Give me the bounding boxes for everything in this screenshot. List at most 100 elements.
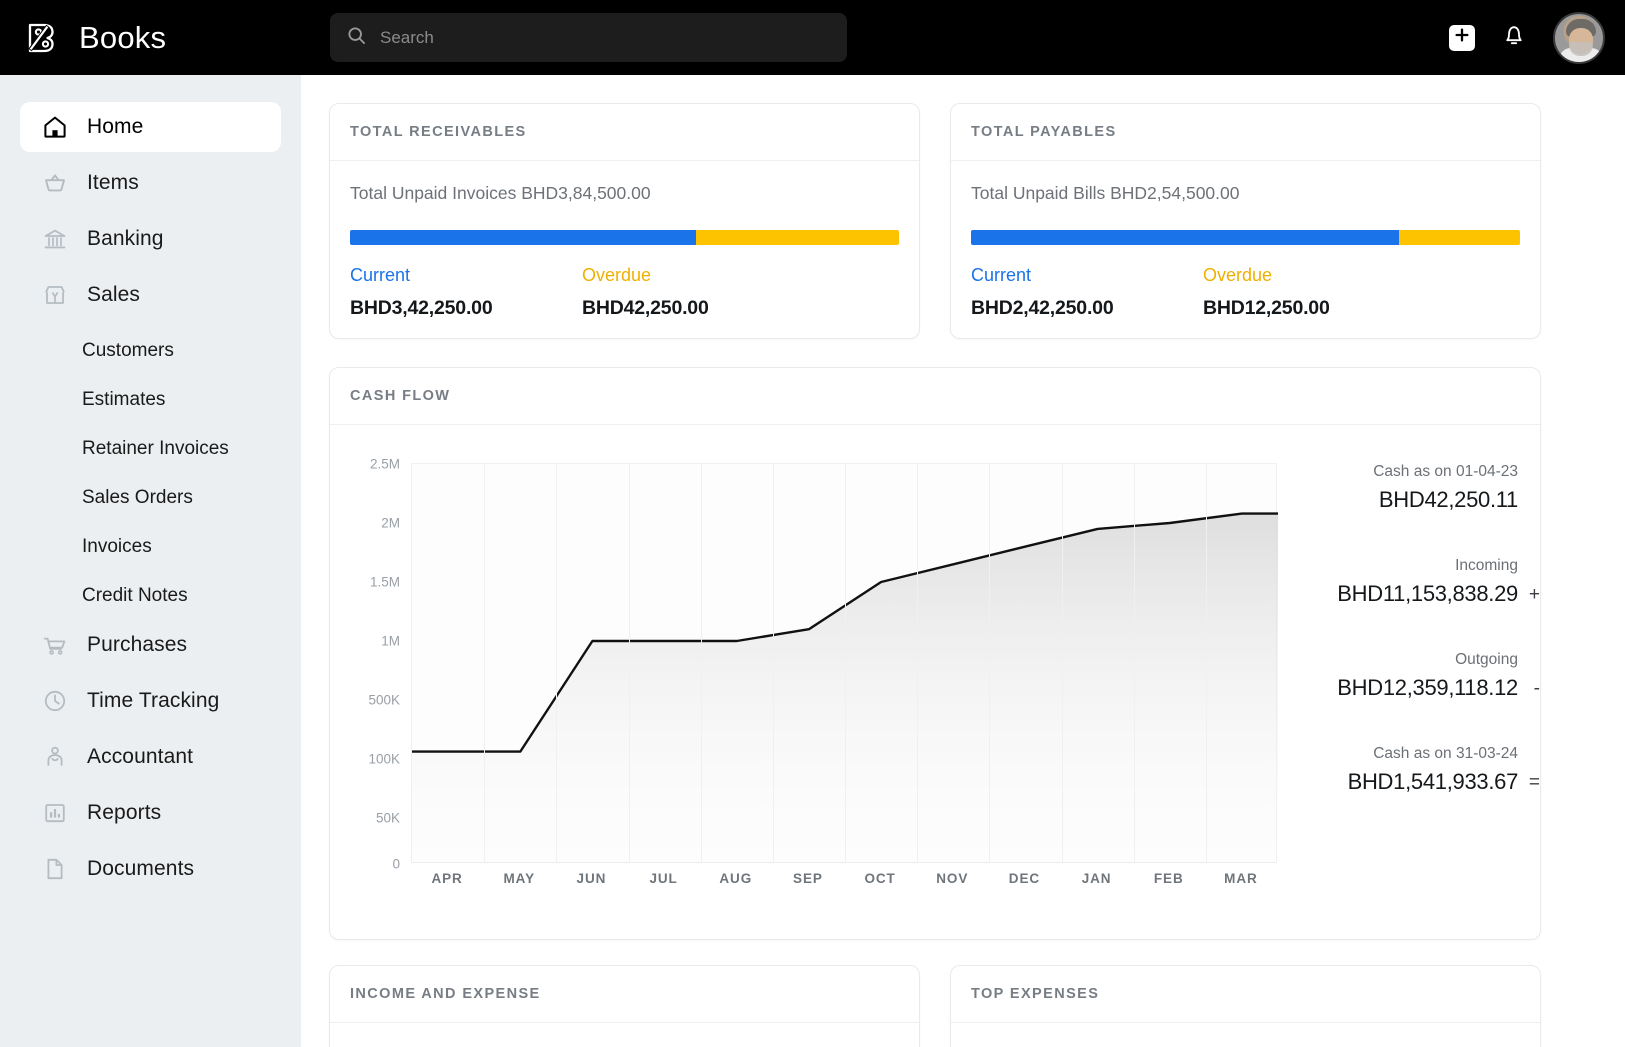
sidebar-item-banking[interactable]: Banking [20,214,281,264]
sidebar-item-retainer-invoices[interactable]: Retainer Invoices [20,424,281,473]
search-bar[interactable] [330,13,847,62]
y-axis-tick: 500K [368,692,400,708]
chart-gridline [556,464,558,863]
sidebar-item-label: Reports [87,801,162,824]
card-header: INCOME AND EXPENSE [330,966,919,1023]
plus-icon [1454,27,1470,48]
add-new-button[interactable] [1449,24,1475,51]
cash-flow-summary: Cash as on 01-04-23 BHD42,250.11 Incoming B… [1256,463,1540,795]
sidebar-item-estimates[interactable]: Estimates [20,375,281,424]
sidebar-item-label: Banking [87,227,164,250]
bar-chart-icon [41,799,69,827]
x-axis-tick: APR [431,871,463,886]
chart-gridline [484,464,486,863]
x-axis-tick: FEB [1153,871,1184,886]
top-bar: Books [0,0,1625,75]
chart-gridline [845,464,846,863]
sidebar-item-reports[interactable]: Reports [20,788,281,838]
payables-progress-bar [971,230,1520,245]
x-axis-tick: MAR [1224,871,1258,886]
y-axis-tick: 0 [392,856,400,872]
top-expenses-card: TOP EXPENSES [950,965,1541,1047]
payables-overdue-block: Overdue BHD12,250.00 [1203,265,1330,320]
cash-flow-summary-label: Cash as on 01-04-23 [1373,463,1518,480]
x-axis-tick: MAY [503,871,535,886]
receivables-current-block: Current BHD3,42,250.00 [350,265,582,320]
receivables-overdue-label[interactable]: Overdue [582,265,709,286]
cash-flow-summary-block: Cash as on 01-04-23 BHD42,250.11 [1256,463,1518,513]
sidebar-item-sales-orders[interactable]: Sales Orders [20,473,281,522]
x-axis-tick: NOV [936,871,969,886]
card-header: TOP EXPENSES [951,966,1540,1023]
sidebar-item-label: Items [87,171,139,194]
sidebar-item-purchases[interactable]: Purchases [20,620,281,670]
chart-baseline [412,862,1276,863]
sidebar-item-accountant[interactable]: Accountant [20,732,281,782]
sidebar-item-home[interactable]: Home [20,102,281,152]
y-axis-tick: 2.5M [369,456,400,472]
receivables-current-value: BHD3,42,250.00 [350,297,493,319]
top-bar-actions [1449,0,1605,75]
sidebar-item-label: Sales Orders [82,486,193,508]
cash-flow-summary-sign: + [1528,584,1540,605]
x-axis-tick: AUG [719,871,753,886]
income-and-expense-card: INCOME AND EXPENSE [329,965,920,1047]
payables-current-block: Current BHD2,42,250.00 [971,265,1203,320]
total-receivables-body: Total Unpaid Invoices BHD3,84,500.00 Cur… [330,161,919,320]
y-axis-tick: 2M [381,515,400,531]
total-payables-title: TOTAL PAYABLES [971,124,1117,140]
payables-current-value: BHD2,42,250.00 [971,297,1114,319]
sidebar-item-label: Accountant [87,745,194,768]
clock-icon [41,687,69,715]
receivables-legend: Current BHD3,42,250.00 Overdue BHD42,250… [350,265,899,320]
cash-flow-summary-value: BHD12,359,118.12 [1337,675,1518,700]
cash-flow-summary-label: Outgoing [1455,651,1518,668]
sidebar-item-time-tracking[interactable]: Time Tracking [20,676,281,726]
card-header: TOTAL PAYABLES [951,104,1540,161]
sidebar-item-sales[interactable]: Sales [20,270,281,320]
total-receivables-title: TOTAL RECEIVABLES [350,124,527,140]
y-axis-tick: 50K [375,810,400,826]
x-axis-tick: JUL [649,871,678,886]
x-axis-tick: OCT [864,871,896,886]
avatar[interactable] [1553,11,1605,64]
cash-flow-summary-label: Cash as on 31-03-24 [1373,745,1518,762]
search-input[interactable] [380,27,810,48]
total-payables-body: Total Unpaid Bills BHD2,54,500.00 Curren… [951,161,1540,320]
payables-current-label[interactable]: Current [971,265,1203,286]
chart-gridline [1205,464,1207,863]
total-unpaid-invoices-label: Total Unpaid Invoices BHD3,84,500.00 [350,183,651,203]
sidebar-item-label: Retainer Invoices [82,437,229,459]
sidebar-item-documents[interactable]: Documents [20,844,281,894]
receivables-overdue-value: BHD42,250.00 [582,297,709,319]
sidebar-item-label: Purchases [87,633,188,656]
sidebar-item-invoices[interactable]: Invoices [20,522,281,571]
chart-gridline [989,464,991,863]
bell-icon [1502,22,1526,53]
sidebar-item-label: Sales [87,283,141,306]
sidebar-item-label: Customers [82,339,174,361]
y-axis-tick: 1.5M [369,574,400,590]
receivables-current-label[interactable]: Current [350,265,582,286]
sidebar-item-credit-notes[interactable]: Credit Notes [20,571,281,620]
cash-flow-summary-sign: - [1533,678,1540,699]
chart-gridline [1061,464,1063,863]
brand[interactable]: Books [22,18,166,58]
receivables-overdue-block: Overdue BHD42,250.00 [582,265,709,320]
sidebar-item-items[interactable]: Items [20,158,281,208]
cash-flow-title: CASH FLOW [350,388,451,404]
sidebar: Home Items Banking Sales Customers Estimates R… [0,75,301,1047]
total-receivables-card: TOTAL RECEIVABLES Total Unpaid Invoices … [329,103,920,339]
notifications-button[interactable] [1501,24,1527,52]
top-expenses-title: TOP EXPENSES [971,986,1100,1002]
income-and-expense-title: INCOME AND EXPENSE [350,986,541,1002]
cash-flow-summary-value: BHD1,541,933.67 [1347,769,1519,794]
payables-overdue-label[interactable]: Overdue [1203,265,1330,286]
search-icon [347,26,366,50]
x-axis-tick: JUN [576,871,607,886]
card-header: CASH FLOW [330,368,1540,425]
brand-name: Books [79,19,167,55]
payables-legend: Current BHD2,42,250.00 Overdue BHD12,250… [971,265,1520,320]
books-logo-icon [22,18,62,58]
sidebar-item-customers[interactable]: Customers [20,326,281,375]
